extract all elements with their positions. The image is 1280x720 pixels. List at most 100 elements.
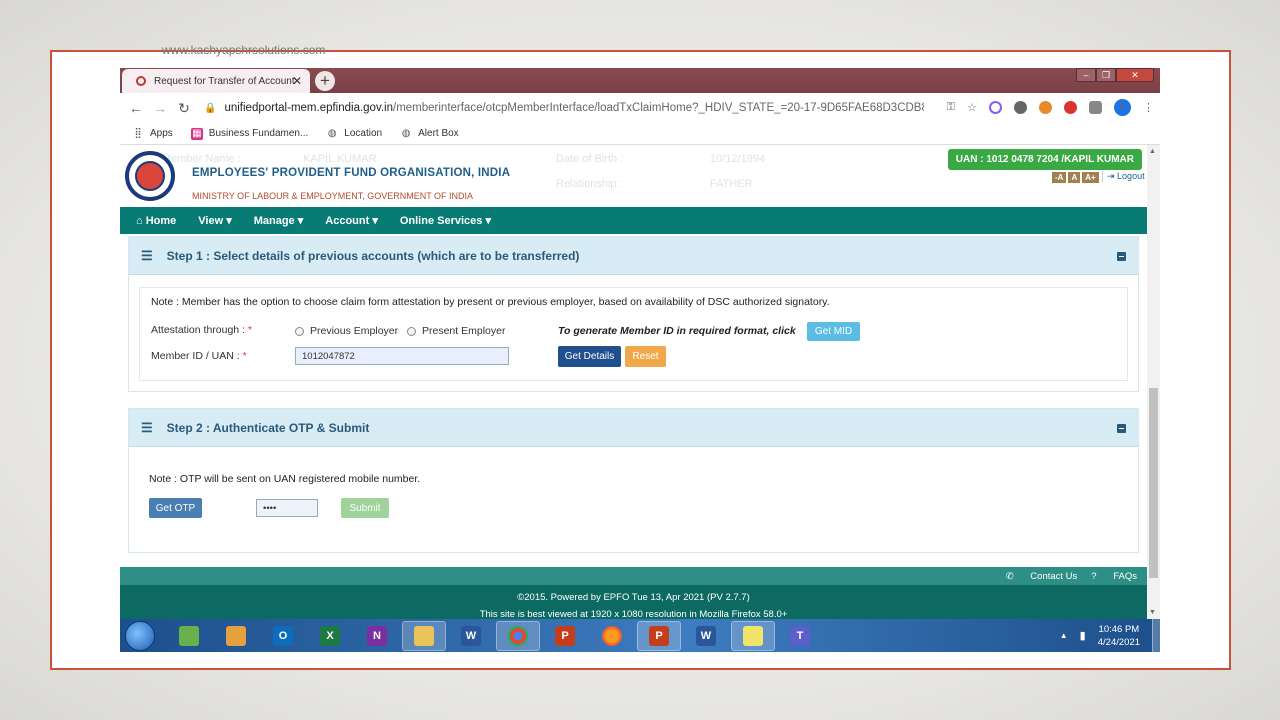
taskbar-app-powerpoint[interactable]: P	[543, 621, 587, 651]
taskbar-app-firefox[interactable]	[590, 621, 634, 651]
font-decrease-button[interactable]: -A	[1052, 172, 1067, 183]
new-tab-button[interactable]: +	[315, 71, 335, 91]
main-nav: ⌂ Home View ▾ Manage ▾ Account ▾ Online …	[120, 207, 1147, 234]
minimize-button[interactable]: –	[1076, 68, 1096, 82]
get-otp-button[interactable]: Get OTP	[149, 498, 202, 518]
extension-icon[interactable]	[1014, 101, 1027, 114]
scroll-thumb[interactable]	[1149, 388, 1158, 578]
search-extension-icon[interactable]	[989, 101, 1002, 114]
attestation-label-text: Attestation through :	[151, 324, 245, 336]
logout-link[interactable]: ⇥ Logout	[1102, 171, 1145, 182]
app-tile: N	[367, 625, 387, 646]
bookmark-apps[interactable]: ⣿ Apps	[132, 128, 172, 140]
taskbar-app-onenote[interactable]: N	[355, 621, 399, 651]
faqs-link[interactable]: ? FAQs	[1091, 571, 1137, 582]
ghost-text: Relationship :	[556, 178, 623, 190]
org-name: EMPLOYEES' PROVIDENT FUND ORGANISATION, …	[192, 167, 511, 179]
step2-note: Note : OTP will be sent on UAN registere…	[149, 473, 421, 485]
back-icon[interactable]: ←	[124, 100, 148, 116]
ministry-name: MINISTRY OF LABOUR & EMPLOYMENT, GOVERNM…	[192, 191, 474, 201]
extension-icon[interactable]	[1064, 101, 1077, 114]
collapse-icon[interactable]	[1117, 424, 1126, 433]
site-footer: ©2015. Powered by EPFO Tue 13, Apr 2021 …	[120, 585, 1147, 619]
clock-date: 4/24/2021	[1097, 636, 1140, 648]
taskbar-app-outlook[interactable]: O	[261, 621, 305, 651]
app-tile	[743, 625, 763, 646]
member-id-label-text: Member ID / UAN :	[151, 350, 240, 362]
taskbar-clock[interactable]: 10:46 PM 4/24/2021	[1098, 623, 1140, 649]
logout-icon: ⇥	[1107, 171, 1118, 181]
app-tile: O	[273, 625, 293, 646]
battery-icon[interactable]: ▮	[1080, 629, 1086, 642]
key-icon[interactable]: ⚿	[947, 101, 955, 114]
menu-kebab-icon[interactable]: ⋮	[1143, 101, 1154, 114]
page-scrollbar[interactable]: ▲ ▼	[1147, 145, 1160, 619]
font-normal-button[interactable]: A	[1068, 172, 1081, 183]
get-details-button[interactable]: Get Details	[558, 346, 621, 367]
step1-body: Note : Member has the option to choose c…	[139, 287, 1128, 381]
extension-icon[interactable]	[1039, 101, 1052, 114]
taskbar-app-excel[interactable]: X	[308, 621, 352, 651]
taskbar-app-sticky-notes[interactable]	[731, 620, 775, 651]
nav-account[interactable]: Account ▾	[325, 214, 378, 227]
start-button[interactable]	[125, 620, 155, 651]
epfo-logo[interactable]	[125, 151, 175, 201]
app-tile	[179, 625, 199, 646]
radio-present-employer[interactable]: Present Employer	[407, 325, 505, 337]
windows-taskbar: O X N W P P W T ▲ ▮ 10:46 PM 4/24/2021	[120, 619, 1160, 652]
collapse-icon[interactable]	[1117, 252, 1126, 261]
url-path: /memberinterface/otcpMemberInterface/loa…	[393, 102, 924, 114]
extension-icon[interactable]	[1089, 101, 1102, 114]
taskbar-app-chrome[interactable]	[496, 620, 540, 651]
taskbar-app-teams[interactable]: T	[778, 621, 822, 651]
tab-close-icon[interactable]: ✕	[292, 74, 302, 88]
clock-time: 10:46 PM	[1098, 623, 1140, 635]
taskbar-app-word[interactable]: W	[449, 621, 493, 651]
close-window-button[interactable]: ✕	[1116, 68, 1154, 82]
reset-button[interactable]: Reset	[625, 346, 666, 367]
ghost-text: FATHER	[710, 178, 753, 190]
step2-header[interactable]: ☰ Step 2 : Authenticate OTP & Submit	[129, 409, 1138, 447]
radio-circle[interactable]	[295, 326, 304, 336]
profile-avatar[interactable]: k	[1114, 99, 1131, 116]
get-mid-button[interactable]: Get MID	[807, 322, 860, 341]
bookmark-location[interactable]: ◍ Location	[326, 128, 382, 140]
nav-manage[interactable]: Manage ▾	[254, 214, 304, 227]
chart-icon: ▦	[190, 127, 203, 140]
forward-icon[interactable]: →	[148, 100, 172, 116]
nav-view[interactable]: View ▾	[198, 214, 231, 227]
app-tile: W	[461, 625, 481, 646]
restore-button[interactable]: ❐	[1096, 68, 1116, 82]
radio-label: Present Employer	[422, 325, 506, 337]
show-desktop-button[interactable]	[1152, 619, 1160, 652]
footer-copyright: ©2015. Powered by EPFO Tue 13, Apr 2021 …	[517, 592, 750, 603]
taskbar-app-projects[interactable]	[167, 621, 211, 651]
taskbar-app-word-2[interactable]: W	[684, 621, 728, 651]
star-icon[interactable]: ☆	[967, 101, 977, 114]
submit-button[interactable]: Submit	[341, 498, 389, 518]
url-field[interactable]: 🔒 unifiedportal-mem.epfindia.gov.in/memb…	[204, 97, 924, 119]
taskbar-app-explorer[interactable]	[402, 620, 446, 651]
nav-home[interactable]: ⌂ Home	[136, 215, 176, 227]
otp-input[interactable]: ••••	[256, 499, 318, 517]
member-id-input[interactable]: 1012047872	[295, 347, 509, 365]
scroll-down-icon[interactable]: ▼	[1149, 609, 1156, 616]
reload-icon[interactable]: ↻	[172, 100, 196, 117]
nav-online-services[interactable]: Online Services ▾	[400, 214, 491, 227]
radio-label: Previous Employer	[310, 325, 399, 337]
bookmark-alert-box[interactable]: ◍ Alert Box	[400, 128, 459, 140]
radio-previous-employer[interactable]: Previous Employer	[295, 325, 398, 337]
taskbar-app-media[interactable]	[214, 621, 258, 651]
step1-header[interactable]: ☰ Step 1 : Select details of previous ac…	[129, 237, 1138, 275]
browser-tab[interactable]: Request for Transfer of Account ✕	[122, 69, 310, 93]
font-increase-button[interactable]: A+	[1082, 172, 1099, 183]
toolbar-icons: ⚿ ☆ k ⋮	[941, 99, 1160, 116]
bookmark-business[interactable]: ▦ Business Fundamen...	[190, 127, 308, 140]
tray-expand-icon[interactable]: ▲	[1060, 631, 1068, 640]
scroll-up-icon[interactable]: ▲	[1149, 148, 1156, 155]
radio-circle[interactable]	[407, 326, 416, 336]
contact-us-link[interactable]: ✆ Contact Us	[1006, 571, 1078, 582]
generate-member-id-text: To generate Member ID in required format…	[558, 325, 796, 337]
taskbar-app-powerpoint-2[interactable]: P	[637, 620, 681, 651]
nav-home-label: Home	[145, 214, 177, 227]
